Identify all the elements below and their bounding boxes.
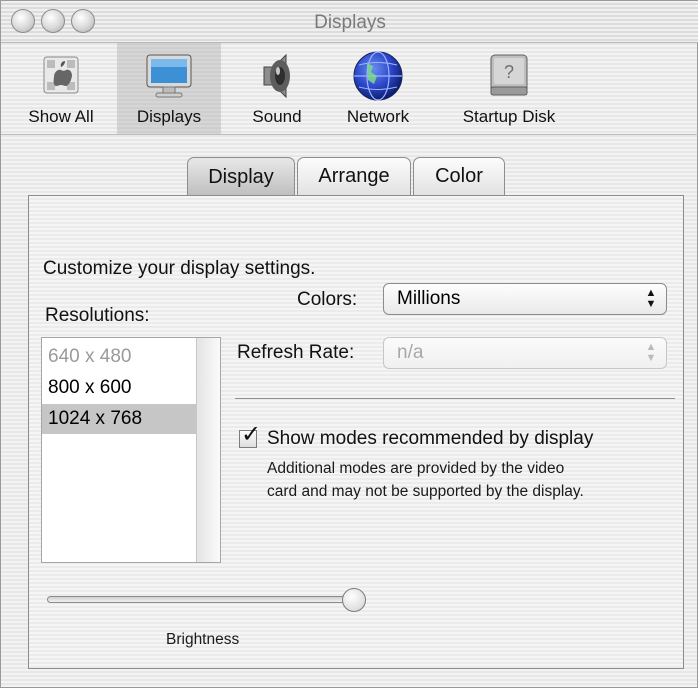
toolbar-item-startup-disk[interactable]: ? Startup Disk	[453, 49, 565, 127]
panel-heading: Customize your display settings.	[43, 258, 316, 279]
refresh-rate-label: Refresh Rate:	[237, 342, 355, 363]
toolbar-label-startup-disk: Startup Disk	[462, 107, 556, 126]
colors-popup[interactable]: Millions ▲ ▼	[383, 283, 667, 315]
brightness-label: Brightness	[166, 631, 240, 648]
tab-color[interactable]: Color	[413, 157, 505, 195]
tab-display[interactable]: Display	[187, 157, 295, 197]
modes-note-line2: card and may not be supported by the dis…	[267, 483, 584, 500]
monitor-icon	[142, 49, 196, 103]
speaker-icon	[250, 49, 304, 103]
brightness-slider-knob[interactable]	[342, 588, 366, 612]
svg-text:?: ?	[504, 62, 514, 82]
toolbar-item-show-all[interactable]: Show All	[21, 49, 101, 127]
list-item-resolution: 640 x 480	[48, 346, 132, 367]
window-title: Displays	[314, 12, 386, 33]
popup-arrows-icon: ▲ ▼	[645, 287, 657, 310]
list-item-resolution[interactable]: 800 x 600	[42, 373, 196, 403]
toolbar-label-network: Network	[346, 107, 410, 126]
toolbar-item-displays[interactable]: Displays	[125, 49, 213, 127]
title-bar[interactable]: Displays	[1, 1, 698, 43]
separator	[235, 398, 675, 399]
resolutions-scrollbar[interactable]	[196, 338, 220, 562]
popup-arrows-icon: ▲ ▼	[645, 341, 657, 364]
toolbar-label-show-all: Show All	[28, 107, 94, 126]
toolbar-item-network[interactable]: Network	[335, 49, 421, 127]
globe-icon	[351, 49, 405, 103]
show-modes-label[interactable]: Show modes recommended by display	[267, 428, 593, 450]
brightness-slider-track[interactable]	[47, 596, 357, 603]
toolbar-label-sound: Sound	[252, 107, 302, 126]
colors-label: Colors:	[297, 289, 358, 310]
list-item-resolution[interactable]: 1024 x 768	[42, 404, 196, 434]
hard-disk-icon: ?	[482, 49, 536, 103]
checkmark-icon: ✓	[241, 421, 262, 448]
resolutions-label: Resolutions:	[45, 305, 150, 326]
refresh-rate-value: n/a	[397, 342, 424, 363]
system-preferences-window: Displays Show All Displays Sound Network…	[0, 0, 698, 688]
show-modes-checkbox[interactable]: ✓	[239, 423, 261, 448]
toolbar-label-displays: Displays	[136, 107, 202, 126]
resolutions-list[interactable]: 640 x 480 800 x 600 1024 x 768	[41, 337, 221, 563]
tab-arrange[interactable]: Arrange	[297, 157, 411, 195]
toolbar-item-sound[interactable]: Sound	[237, 49, 317, 127]
colors-value: Millions	[397, 288, 461, 309]
modes-note-line1: Additional modes are provided by the vid…	[267, 460, 565, 477]
apple-icon	[34, 49, 88, 103]
toolbar: Show All Displays Sound Network ? Startu…	[1, 43, 698, 135]
refresh-rate-popup[interactable]: n/a ▲ ▼	[383, 337, 667, 369]
